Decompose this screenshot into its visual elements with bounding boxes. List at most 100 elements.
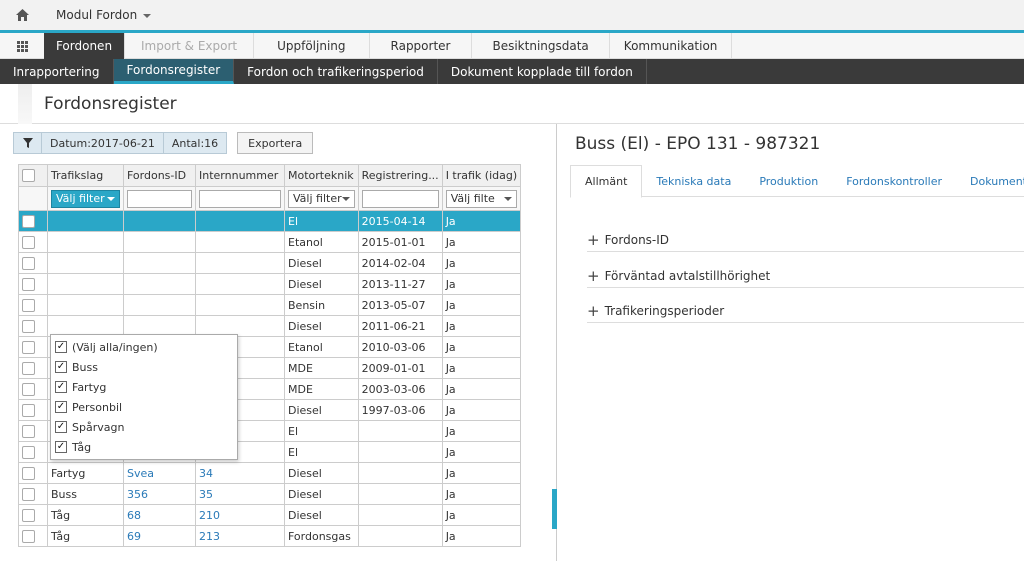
row-checkbox[interactable] [22,361,35,375]
filter-icon[interactable] [14,133,42,153]
tab-besiktningsdata[interactable]: Besiktningsdata [472,33,610,59]
row-checkbox[interactable] [22,445,35,459]
filter-option[interactable]: ✓ Fartyg [51,377,237,397]
table-row[interactable]: Tåg 68 210 Diesel Ja [18,504,522,526]
table-row[interactable]: Etanol 2015-01-01 Ja [18,231,522,253]
row-select-cell[interactable] [18,273,48,295]
table-cell[interactable] [195,231,285,253]
row-checkbox[interactable] [22,487,35,501]
table-cell[interactable]: 356 [123,483,196,505]
section-fordons-id[interactable]: + Fordons-ID [587,228,1024,252]
tab-fordonskontroller[interactable]: Fordonskontroller [832,165,956,197]
row-select-cell[interactable] [18,525,48,547]
table-cell[interactable] [195,273,285,295]
row-checkbox[interactable] [22,298,35,312]
tab-rapporter[interactable]: Rapporter [370,33,473,59]
column-header[interactable]: Motorteknik [284,164,359,187]
row-select-cell[interactable] [18,210,48,232]
table-cell[interactable]: Svea [123,462,196,484]
row-checkbox[interactable] [22,424,35,438]
checkbox-checked-icon[interactable]: ✓ [55,421,67,433]
tab-kommunikation[interactable]: Kommunikation [610,33,733,59]
subtab-fordonsregister[interactable]: Fordonsregister [113,59,235,84]
table-cell[interactable]: 68 [123,504,196,526]
registrering-filter-input[interactable] [361,189,439,208]
table-cell[interactable]: 213 [195,525,285,547]
table-cell[interactable]: 210 [195,504,285,526]
row-select-cell[interactable] [18,483,48,505]
section-forvantad-avtalstillhorighet[interactable]: + Förväntad avtalstillhörighet [587,264,1024,288]
tab-uppfoljning[interactable]: Uppföljning [254,33,370,59]
column-header[interactable]: I trafik (idag) [441,164,522,187]
table-row[interactable]: Diesel 2014-02-04 Ja [18,252,522,274]
row-select-cell[interactable] [18,378,48,400]
checkbox-checked-icon[interactable]: ✓ [55,401,67,413]
row-checkbox[interactable] [22,508,35,522]
table-cell[interactable] [195,252,285,274]
internnummer-filter-input[interactable] [199,189,281,208]
table-row[interactable]: Diesel 2013-11-27 Ja [18,273,522,295]
fordons-id-filter-input[interactable] [127,189,192,208]
module-selector[interactable]: Modul Fordon [44,8,152,22]
table-cell[interactable] [123,252,196,274]
subtab-dokument-kopplade[interactable]: Dokument kopplade till fordon [438,59,647,84]
row-checkbox[interactable] [22,277,35,291]
column-header[interactable]: Internnummer [195,164,285,187]
section-trafikeringsperioder[interactable]: + Trafikeringsperioder [587,299,1024,323]
trafikslag-filter[interactable]: Välj filter [51,189,120,208]
i-trafik-filter[interactable]: Välj filte [445,189,518,208]
checkbox-checked-icon[interactable]: ✓ [55,381,67,393]
table-row[interactable]: Tåg 69 213 Fordonsgas Ja [18,525,522,547]
home-button[interactable] [0,0,44,30]
row-select-cell[interactable] [18,315,48,337]
row-select-cell[interactable] [18,231,48,253]
tab-tekniska-data[interactable]: Tekniska data [642,165,745,197]
table-cell[interactable] [123,210,196,232]
table-row[interactable]: Bensin 2013-05-07 Ja [18,294,522,316]
subtab-inrapportering[interactable]: Inrapportering [0,59,114,84]
motorteknik-filter[interactable]: Välj filter [288,189,355,208]
row-checkbox[interactable] [22,319,35,333]
table-row[interactable]: Buss 356 35 Diesel Ja [18,483,522,505]
table-cell[interactable]: 34 [195,462,285,484]
row-checkbox[interactable] [22,340,35,354]
table-cell[interactable] [123,273,196,295]
column-header[interactable]: Trafikslag [47,164,124,187]
row-select-cell[interactable] [18,420,48,442]
filter-option[interactable]: ✓ (Välj alla/ingen) [51,337,237,357]
table-row[interactable]: Fartyg Svea 34 Diesel Ja [18,462,522,484]
tab-fordonen[interactable]: Fordonen [44,33,125,59]
apps-menu-button[interactable] [0,33,44,59]
tab-produktion[interactable]: Produktion [745,165,832,197]
checkbox-checked-icon[interactable]: ✓ [55,441,67,453]
row-select-cell[interactable] [18,441,48,463]
table-cell[interactable] [195,294,285,316]
row-checkbox[interactable] [22,382,35,396]
filter-option[interactable]: ✓ Tåg [51,437,237,457]
row-select-cell[interactable] [18,462,48,484]
row-checkbox[interactable] [22,466,35,480]
table-cell[interactable]: 69 [123,525,196,547]
table-cell[interactable] [195,210,285,232]
column-header[interactable]: Registrering... [357,164,443,187]
row-checkbox[interactable] [22,235,35,249]
row-select-cell[interactable] [18,504,48,526]
column-header[interactable]: Fordons-ID [123,164,196,187]
select-all-checkbox[interactable] [22,169,35,183]
table-cell[interactable] [123,231,196,253]
row-select-cell[interactable] [18,336,48,358]
tab-import-export[interactable]: Import & Export [125,33,255,59]
tab-allmant[interactable]: Allmänt [570,165,643,198]
row-select-cell[interactable] [18,294,48,316]
row-checkbox[interactable] [22,529,35,543]
checkbox-checked-icon[interactable]: ✓ [55,341,67,353]
row-checkbox[interactable] [22,214,35,228]
checkbox-checked-icon[interactable]: ✓ [55,361,67,373]
row-checkbox[interactable] [22,256,35,270]
table-row[interactable]: El 2015-04-14 Ja [18,210,522,232]
filter-option[interactable]: ✓ Personbil [51,397,237,417]
filter-summary[interactable]: Datum:2017-06-21 Antal:16 [13,132,228,154]
table-cell[interactable]: 35 [195,483,285,505]
subtab-fordon-och-trafikeringsperiod[interactable]: Fordon och trafikeringsperiod [234,59,438,84]
row-select-cell[interactable] [18,252,48,274]
